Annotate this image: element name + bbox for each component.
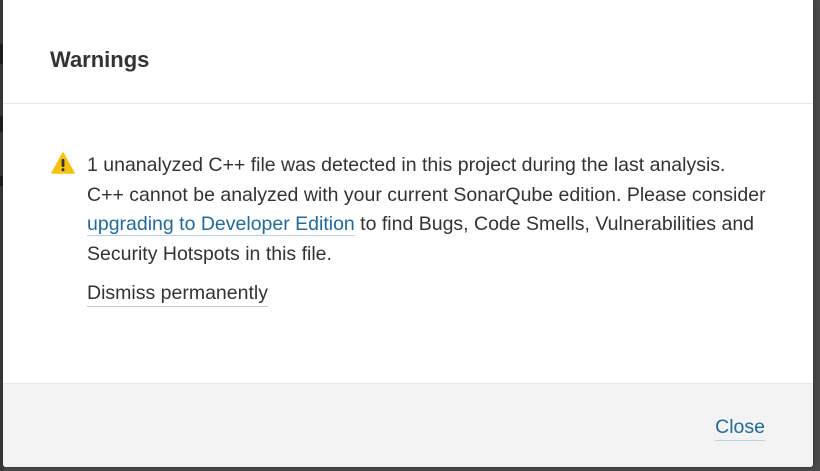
warnings-modal: Warnings 1 unanalyzed C++ file was detec… bbox=[3, 0, 813, 467]
warning-text-before-link: 1 unanalyzed C++ file was detected in th… bbox=[87, 154, 766, 206]
warning-message: 1 unanalyzed C++ file was detected in th… bbox=[87, 151, 767, 269]
modal-footer: Close bbox=[3, 383, 813, 467]
modal-body: 1 unanalyzed C++ file was detected in th… bbox=[3, 104, 813, 383]
upgrade-edition-link[interactable]: upgrading to Developer Edition bbox=[87, 213, 355, 236]
modal-header: Warnings bbox=[3, 0, 813, 104]
close-button[interactable]: Close bbox=[715, 414, 765, 441]
warning-triangle-icon bbox=[51, 152, 75, 174]
modal-title: Warnings bbox=[50, 47, 150, 72]
dismiss-permanently-link[interactable]: Dismiss permanently bbox=[87, 280, 268, 307]
